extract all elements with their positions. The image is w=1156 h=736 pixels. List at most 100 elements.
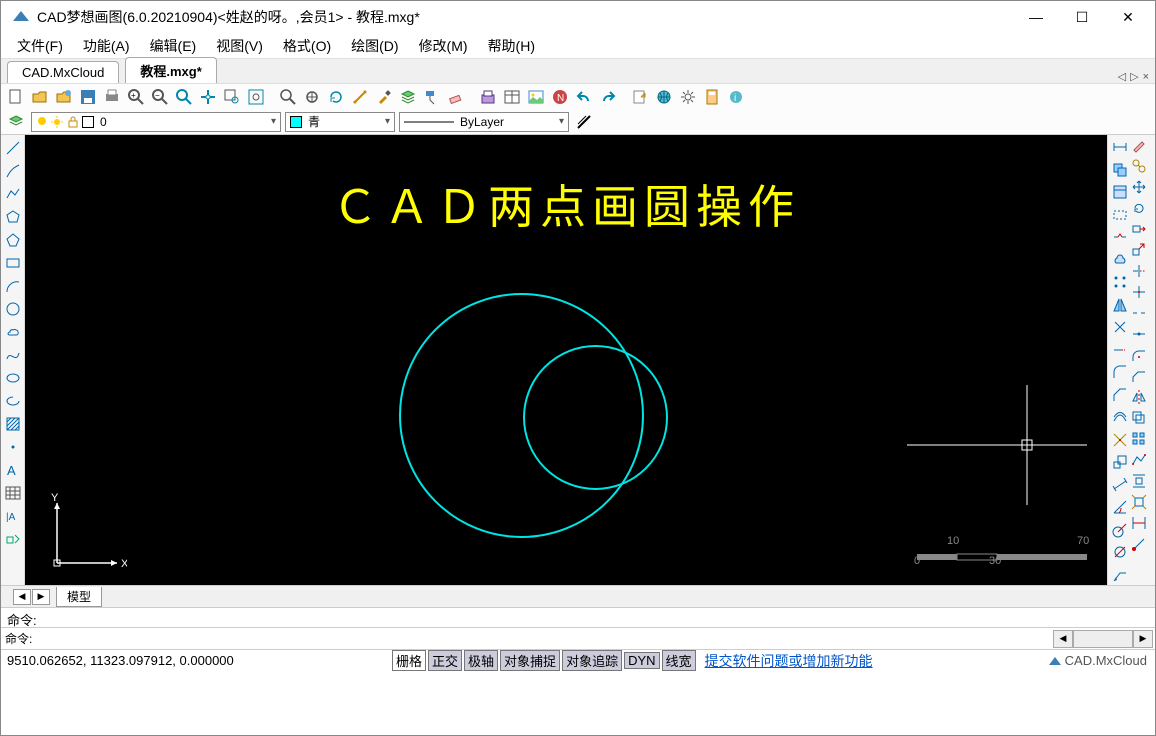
- leader-icon[interactable]: [1108, 565, 1131, 586]
- tab-cloud[interactable]: CAD.MxCloud: [7, 61, 119, 83]
- new-icon[interactable]: [5, 86, 27, 108]
- align-icon[interactable]: [1131, 473, 1155, 492]
- pentagon-icon[interactable]: [1, 229, 24, 250]
- otrack-toggle[interactable]: 对象追踪: [562, 650, 622, 671]
- pedit-icon[interactable]: [1131, 452, 1155, 471]
- circle-icon[interactable]: [1, 298, 24, 319]
- zoom-prev-icon[interactable]: [277, 86, 299, 108]
- menu-edit[interactable]: 编辑(E): [140, 34, 207, 58]
- layout-prev-button[interactable]: ◀: [13, 589, 31, 605]
- scroll-thumb[interactable]: [1073, 630, 1133, 648]
- fillet-icon[interactable]: [1108, 362, 1131, 383]
- fillet2-icon[interactable]: [1131, 347, 1155, 366]
- trim2-icon[interactable]: [1131, 263, 1155, 282]
- redo-icon[interactable]: [597, 86, 619, 108]
- copy2-icon[interactable]: [1131, 158, 1155, 177]
- zoom-all-icon[interactable]: [245, 86, 267, 108]
- brush-icon[interactable]: [373, 86, 395, 108]
- export-icon[interactable]: [629, 86, 651, 108]
- paint-icon[interactable]: [421, 86, 443, 108]
- polygon-icon[interactable]: [1, 206, 24, 227]
- spline-icon[interactable]: [1, 344, 24, 365]
- model-tab[interactable]: 模型: [56, 587, 102, 607]
- dim-radius-icon[interactable]: [1108, 520, 1131, 541]
- lineweight-icon[interactable]: [573, 111, 595, 133]
- menu-draw[interactable]: 绘图(D): [341, 34, 408, 58]
- dim-linear-icon[interactable]: [1108, 137, 1131, 158]
- drawing-canvas[interactable]: ＣＡＤ两点画圆操作 X Y 10 70: [25, 135, 1107, 585]
- layer-dropdown[interactable]: 0 ▾: [31, 112, 281, 132]
- regen-icon[interactable]: [325, 86, 347, 108]
- zoom-in-icon[interactable]: +: [125, 86, 147, 108]
- zoom-realtime-icon[interactable]: [301, 86, 323, 108]
- tab-prev-icon[interactable]: ◁: [1118, 70, 1126, 83]
- linetype-dropdown[interactable]: ByLayer ▾: [399, 112, 569, 132]
- polyline-icon[interactable]: [1, 183, 24, 204]
- explode-icon[interactable]: [1108, 430, 1131, 451]
- calc-icon[interactable]: [701, 86, 723, 108]
- text-icon[interactable]: A: [1, 459, 24, 480]
- trim-icon[interactable]: [1108, 317, 1131, 338]
- maximize-button[interactable]: ☐: [1059, 1, 1105, 33]
- cloud-icon[interactable]: [1108, 250, 1131, 271]
- menu-view[interactable]: 视图(V): [206, 34, 273, 58]
- info-icon[interactable]: i: [725, 86, 747, 108]
- ellipse-arc-icon[interactable]: [1, 390, 24, 411]
- mirror2-icon[interactable]: [1131, 389, 1155, 408]
- tab-close-icon[interactable]: ×: [1143, 71, 1149, 83]
- move-icon[interactable]: [1131, 179, 1155, 198]
- stretch-icon[interactable]: [1131, 221, 1155, 240]
- zoom-window-icon[interactable]: [221, 86, 243, 108]
- ortho-toggle[interactable]: 正交: [428, 650, 462, 671]
- chamfer2-icon[interactable]: [1131, 368, 1155, 387]
- select-rect-icon[interactable]: [1108, 205, 1131, 226]
- lineweight-toggle[interactable]: 线宽: [662, 650, 696, 671]
- scroll-left-button[interactable]: ◀: [1053, 630, 1073, 648]
- offset2-icon[interactable]: [1131, 410, 1155, 429]
- undo-icon[interactable]: [573, 86, 595, 108]
- dyn-toggle[interactable]: DYN: [624, 652, 659, 669]
- properties-icon[interactable]: [1108, 182, 1131, 203]
- array-icon[interactable]: [1108, 272, 1131, 293]
- open-icon[interactable]: [29, 86, 51, 108]
- menu-func[interactable]: 功能(A): [73, 34, 140, 58]
- image-icon[interactable]: [525, 86, 547, 108]
- layer-manager-icon[interactable]: [5, 111, 27, 133]
- print-icon[interactable]: [101, 86, 123, 108]
- rectangle-icon[interactable]: [1, 252, 24, 273]
- table-icon[interactable]: [501, 86, 523, 108]
- eraser-icon[interactable]: [445, 86, 467, 108]
- array2-icon[interactable]: [1131, 431, 1155, 450]
- color-dropdown[interactable]: 青 ▾: [285, 112, 395, 132]
- line-icon[interactable]: [1, 137, 24, 158]
- polar-toggle[interactable]: 极轴: [464, 650, 498, 671]
- rotate-icon[interactable]: [1131, 200, 1155, 219]
- ellipse-icon[interactable]: [1, 367, 24, 388]
- mirror-icon[interactable]: [1108, 295, 1131, 316]
- save-icon[interactable]: [77, 86, 99, 108]
- help-icon[interactable]: N: [549, 86, 571, 108]
- break2-icon[interactable]: [1131, 305, 1155, 324]
- revcloud-icon[interactable]: [1, 321, 24, 342]
- arc-icon[interactable]: [1, 275, 24, 296]
- zoom-extents-icon[interactable]: [173, 86, 195, 108]
- table-tool-icon[interactable]: [1, 482, 24, 503]
- minimize-button[interactable]: —: [1013, 1, 1059, 33]
- erase-icon[interactable]: [1131, 137, 1155, 156]
- pan-icon[interactable]: [197, 86, 219, 108]
- layer-stack-icon[interactable]: [397, 86, 419, 108]
- menu-format[interactable]: 格式(O): [273, 34, 341, 58]
- dim-diameter-icon[interactable]: [1108, 542, 1131, 563]
- settings-icon[interactable]: [677, 86, 699, 108]
- insert-icon[interactable]: [1, 528, 24, 549]
- grid-toggle[interactable]: 栅格: [392, 650, 426, 671]
- menu-modify[interactable]: 修改(M): [409, 34, 478, 58]
- tab-next-icon[interactable]: ▷: [1130, 70, 1138, 83]
- extend2-icon[interactable]: [1131, 284, 1155, 303]
- feedback-link[interactable]: 提交软件问题或增加新功能: [705, 651, 873, 671]
- block-icon[interactable]: [477, 86, 499, 108]
- chamfer-icon[interactable]: [1108, 385, 1131, 406]
- command-input[interactable]: [36, 630, 1155, 648]
- offset-icon[interactable]: [1108, 407, 1131, 428]
- osnap-toggle[interactable]: 对象捕捉: [500, 650, 560, 671]
